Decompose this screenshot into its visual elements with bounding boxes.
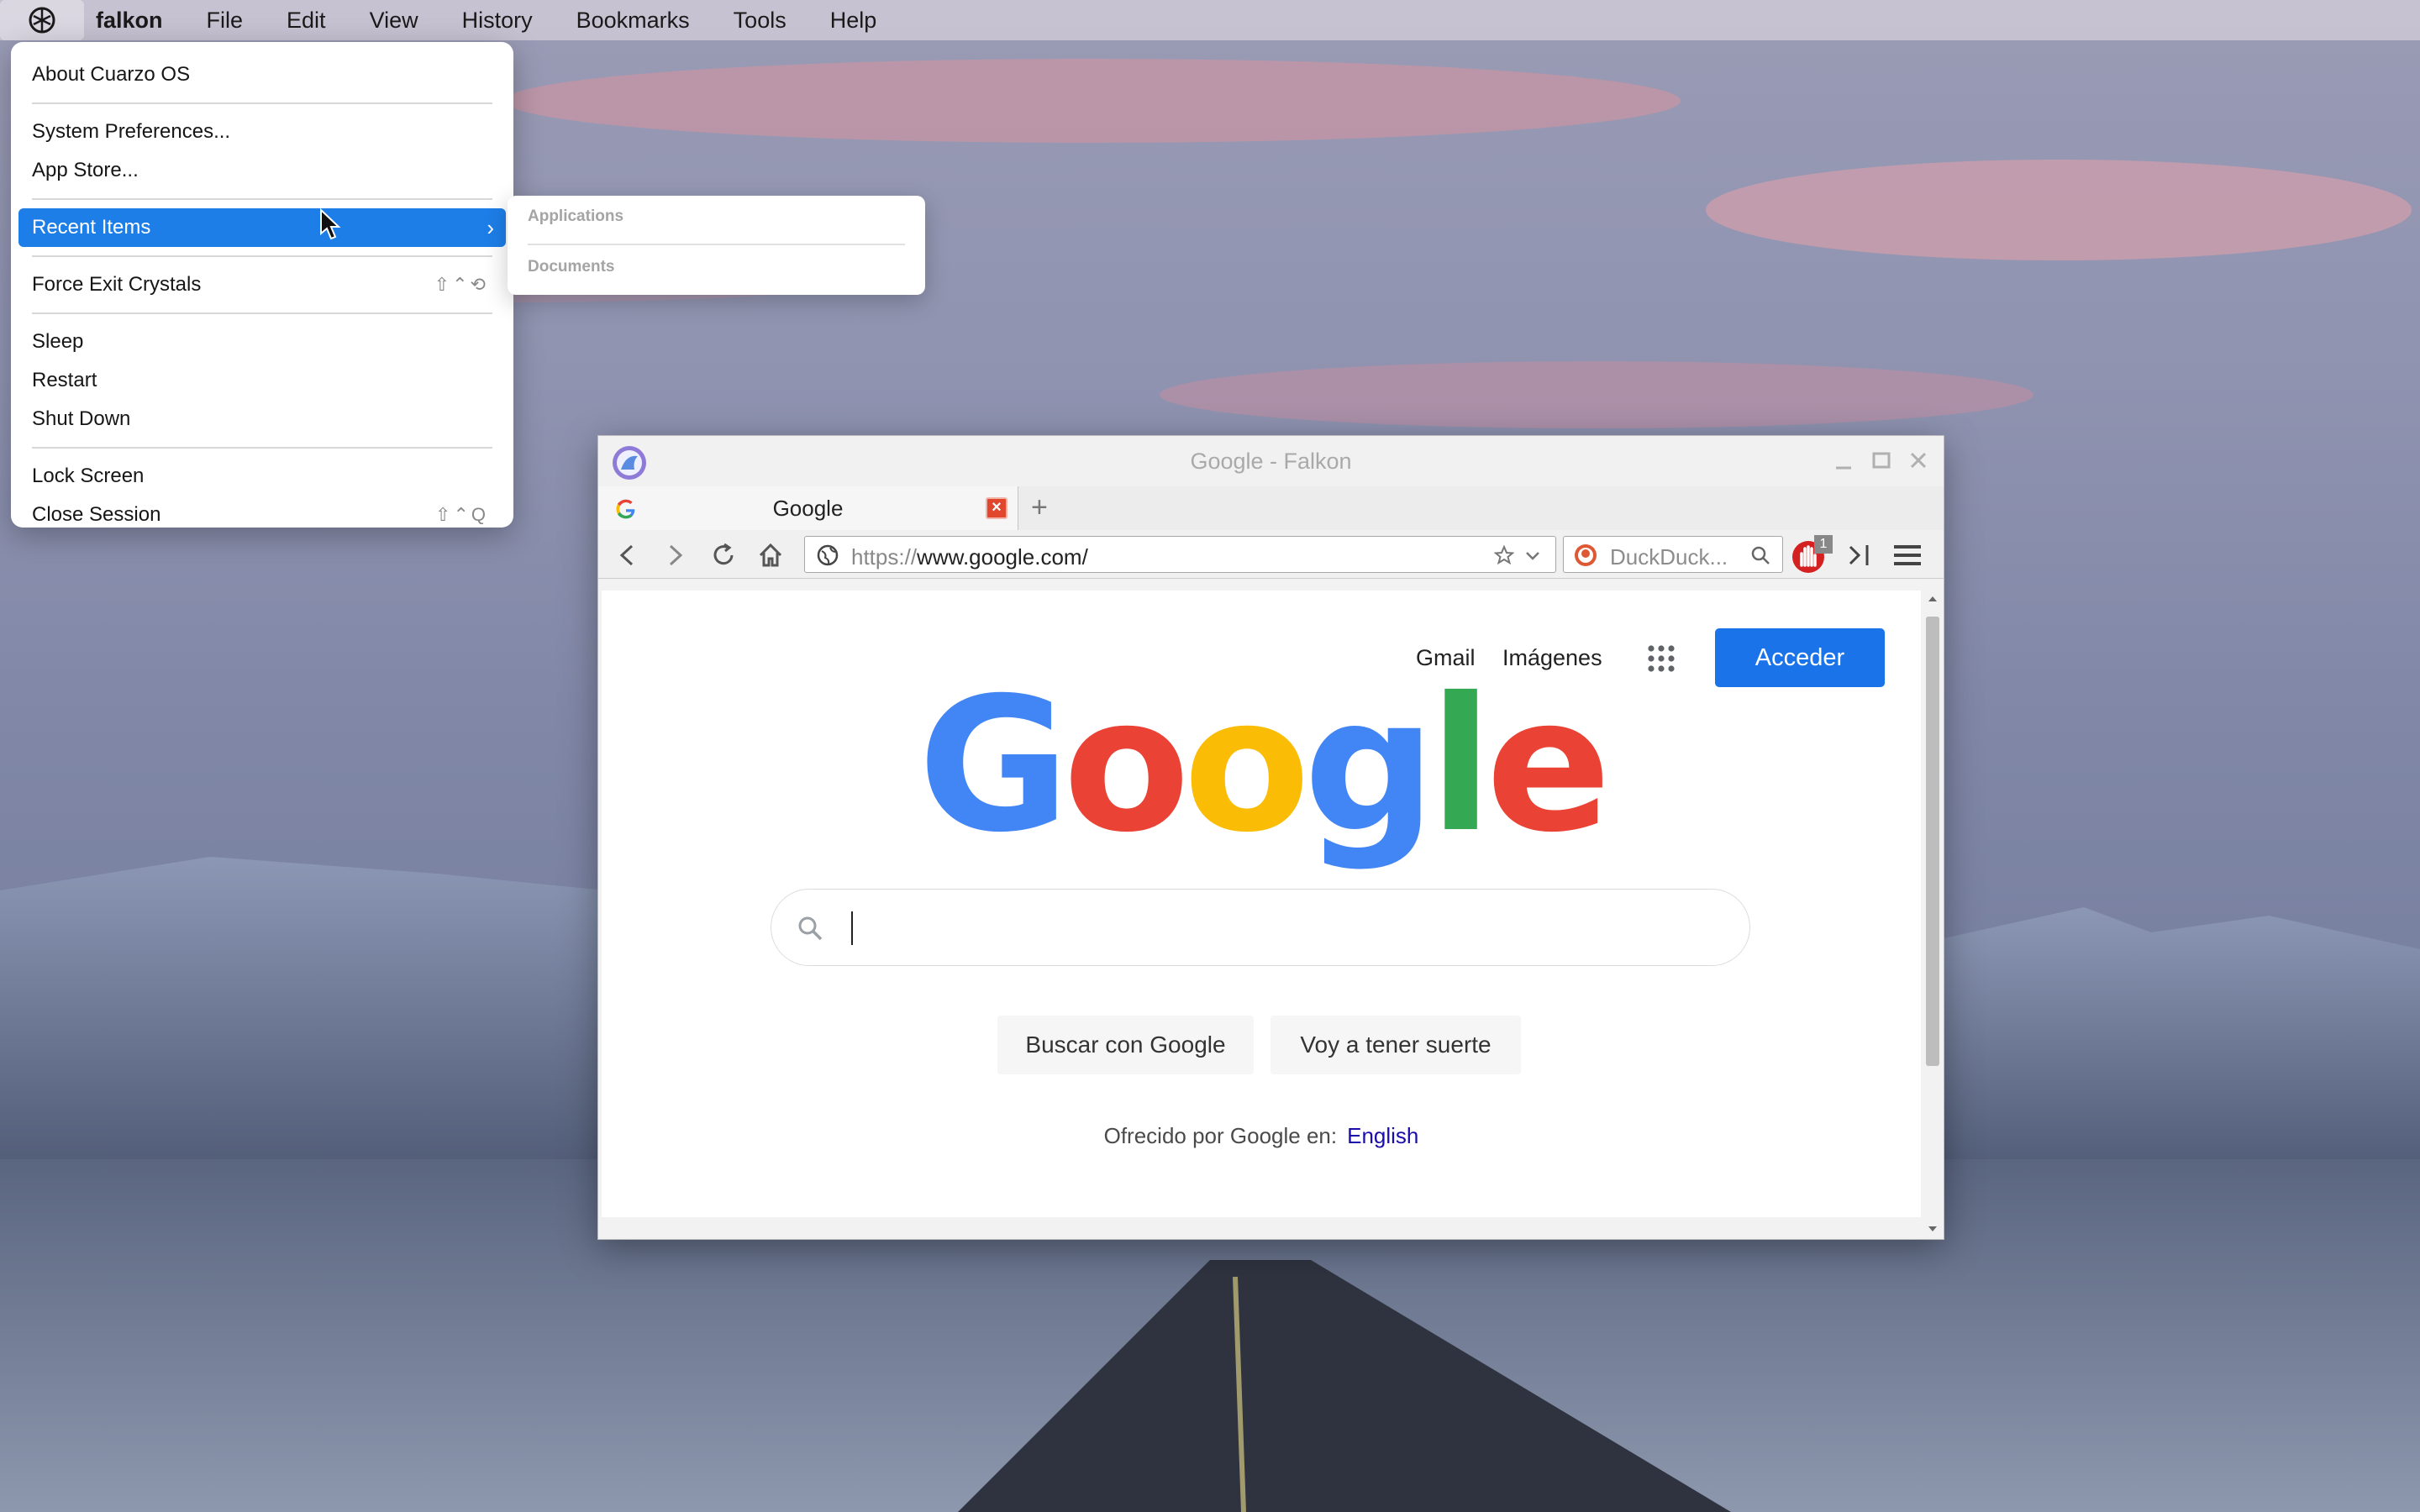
menu-sleep[interactable]: Sleep: [11, 323, 513, 361]
menu-file[interactable]: File: [185, 0, 266, 40]
menu-recent-items[interactable]: Recent Items ›: [18, 208, 506, 247]
url-host: www.google.com/: [917, 544, 1088, 570]
voy-a-tener-suerte-button[interactable]: Voy a tener suerte: [1270, 1016, 1521, 1074]
tab-google[interactable]: Google ×: [598, 486, 1018, 530]
url-bar[interactable]: https://www.google.com/: [804, 536, 1556, 573]
sidebar-toggle-icon[interactable]: [1845, 542, 1874, 569]
system-menu-dropdown: About Cuarzo OS System Preferences... Ap…: [11, 42, 513, 528]
menu-separator: [32, 447, 492, 449]
menu-about[interactable]: About Cuarzo OS: [11, 55, 513, 94]
scrollbar-thumb[interactable]: [1926, 617, 1939, 1066]
reload-icon[interactable]: [709, 541, 738, 570]
google-logo-letter: o: [1183, 658, 1310, 873]
force-exit-shortcut: ⇧⌃⟲: [434, 274, 488, 295]
close-tab-icon: ×: [992, 498, 1002, 517]
google-logo-letter: e: [1486, 658, 1611, 873]
text-caret: [851, 911, 853, 945]
menu-history[interactable]: History: [440, 0, 555, 40]
search-icon[interactable]: [1750, 545, 1770, 565]
close-session-label: Close Session: [32, 503, 161, 526]
scroll-down-arrow-icon[interactable]: [1928, 1226, 1938, 1234]
submenu-documents-header: Documents: [528, 258, 615, 276]
google-logo-letter: l: [1428, 658, 1492, 873]
close-icon: [1910, 452, 1927, 469]
google-logo: Google: [602, 673, 1921, 858]
close-session-shortcut: ⇧⌃Q: [435, 504, 488, 525]
force-exit-label: Force Exit Crystals: [32, 273, 202, 296]
mouse-cursor-icon: [320, 208, 341, 240]
system-menu-button[interactable]: [0, 0, 84, 40]
menu-separator: [32, 255, 492, 257]
falkon-window: Google - Falkon Google × + https://www.g…: [597, 435, 1944, 1240]
buscar-con-google-button[interactable]: Buscar con Google: [997, 1016, 1254, 1074]
tab-title: Google: [772, 496, 844, 521]
back-icon[interactable]: [613, 541, 642, 570]
menubar-app-name[interactable]: falkon: [84, 8, 185, 34]
tab-bar: Google × +: [598, 486, 1944, 530]
menu-separator: [32, 102, 492, 104]
menu-tools[interactable]: Tools: [712, 0, 808, 40]
new-tab-button[interactable]: +: [1031, 491, 1048, 524]
chevron-down-icon[interactable]: [1523, 547, 1542, 565]
menu-app-store[interactable]: App Store...: [11, 151, 513, 190]
site-info-globe-icon[interactable]: [817, 544, 839, 566]
cuarzo-logo-icon: [29, 7, 55, 34]
menu-help[interactable]: Help: [808, 0, 899, 40]
url-text: https://www.google.com/: [851, 544, 1088, 570]
menu-lock-screen[interactable]: Lock Screen: [11, 457, 513, 496]
search-engine-bar[interactable]: DuckDuck...: [1563, 536, 1783, 573]
minimize-button[interactable]: [1831, 448, 1856, 473]
google-apps-icon[interactable]: [1646, 643, 1676, 674]
bookmark-star-icon[interactable]: [1494, 545, 1514, 565]
menu-separator: [32, 198, 492, 200]
recent-items-submenu: Applications Documents: [508, 196, 925, 295]
maximize-button[interactable]: [1869, 448, 1894, 473]
recent-items-label: Recent Items: [32, 216, 151, 239]
search-placeholder: DuckDuck...: [1610, 544, 1728, 570]
top-menubar: falkon File Edit View History Bookmarks …: [0, 0, 2420, 40]
menu-force-exit[interactable]: Force Exit Crystals ⇧⌃⟲: [11, 265, 513, 304]
submenu-separator: [528, 244, 905, 245]
offered-text: Ofrecido por Google en:: [1103, 1123, 1338, 1148]
home-icon[interactable]: [756, 541, 785, 570]
chevron-right-icon: ›: [487, 215, 494, 240]
google-logo-letter: o: [1063, 658, 1190, 873]
window-title: Google - Falkon: [1190, 449, 1352, 474]
menu-system-preferences[interactable]: System Preferences...: [11, 113, 513, 151]
menu-separator: [32, 312, 492, 314]
forward-icon[interactable]: [660, 541, 689, 570]
menu-close-session[interactable]: Close Session ⇧⌃Q: [11, 496, 513, 534]
language-offer: Ofrecido por Google en: English: [602, 1123, 1921, 1149]
url-scheme: https://: [851, 544, 918, 570]
menu-edit[interactable]: Edit: [265, 0, 348, 40]
menu-shut-down[interactable]: Shut Down: [11, 400, 513, 438]
hamburger-menu-icon[interactable]: [1892, 542, 1923, 569]
adblock-count-badge: 1: [1814, 535, 1833, 554]
navigation-toolbar: https://www.google.com/ DuckDuck... 1: [598, 530, 1944, 579]
google-search-input[interactable]: [771, 889, 1750, 966]
menu-bookmarks[interactable]: Bookmarks: [555, 0, 712, 40]
close-window-button[interactable]: [1906, 448, 1931, 473]
scroll-up-arrow-icon[interactable]: [1928, 594, 1938, 602]
submenu-applications-header: Applications: [528, 207, 624, 225]
google-logo-letter: G: [918, 658, 1070, 873]
adblock-button[interactable]: 1: [1791, 535, 1834, 575]
web-page-viewport: Gmail Imágenes Acceder Google Buscar con…: [602, 591, 1921, 1229]
english-link[interactable]: English: [1347, 1123, 1418, 1148]
page-footer-strip: [602, 1217, 1921, 1229]
menu-view[interactable]: View: [348, 0, 440, 40]
duckduckgo-icon: [1575, 544, 1597, 566]
window-titlebar[interactable]: Google - Falkon: [598, 436, 1944, 486]
menu-restart[interactable]: Restart: [11, 361, 513, 400]
google-logo-letter: g: [1303, 658, 1436, 873]
close-tab-button[interactable]: ×: [986, 497, 1007, 519]
search-magnifier-icon: [798, 916, 823, 941]
maximize-icon: [1872, 452, 1891, 469]
minimize-icon: [1836, 466, 1851, 470]
